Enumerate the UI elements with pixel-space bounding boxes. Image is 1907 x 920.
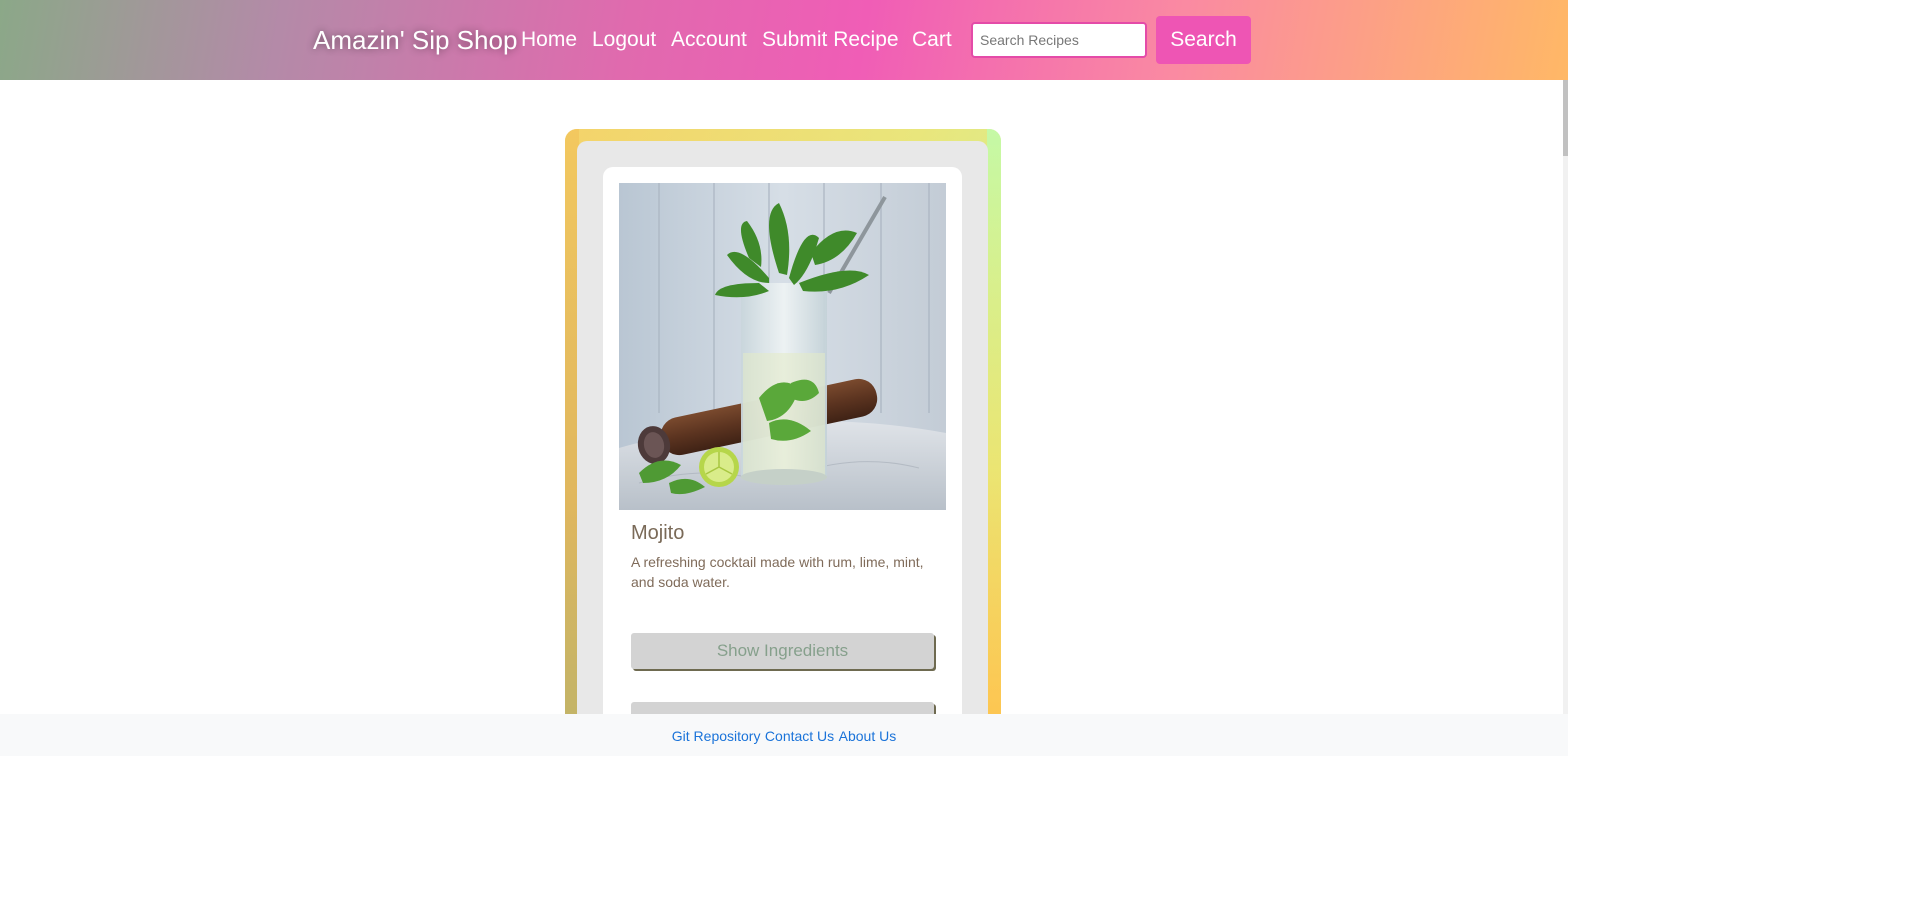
- recipe-card-panel: Mojito A refreshing cocktail made with r…: [577, 141, 988, 749]
- footer-git-repository-link[interactable]: Git Repository: [672, 728, 761, 744]
- scrollbar-track[interactable]: [1563, 80, 1568, 714]
- show-ingredients-button[interactable]: Show Ingredients: [631, 633, 934, 669]
- nav-submit-recipe-link[interactable]: Submit Recipe: [762, 28, 899, 52]
- frame-edge: [987, 129, 1001, 749]
- mojito-photo: [619, 183, 946, 510]
- nav-logout-link[interactable]: Logout: [592, 28, 656, 52]
- footer-contact-us-link[interactable]: Contact Us: [765, 728, 834, 744]
- footer-about-us-link[interactable]: About Us: [839, 728, 897, 744]
- scrollbar-thumb[interactable]: [1563, 80, 1568, 156]
- nav-cart-link[interactable]: Cart: [912, 28, 952, 52]
- nav-account-link[interactable]: Account: [671, 28, 747, 52]
- nav-home-link[interactable]: Home: [521, 28, 577, 52]
- top-navbar: Amazin' Sip Shop Home Logout Account Sub…: [0, 0, 1568, 80]
- brand-logo[interactable]: Amazin' Sip Shop: [313, 25, 517, 56]
- recipe-description: A refreshing cocktail made with rum, lim…: [631, 554, 924, 590]
- recipe-card-frame: Mojito A refreshing cocktail made with r…: [565, 129, 1001, 749]
- footer: Git Repository Contact Us About Us: [0, 714, 1568, 756]
- recipe-title: Mojito: [631, 522, 685, 544]
- search-button[interactable]: Search: [1156, 16, 1251, 64]
- search-input[interactable]: [971, 22, 1147, 58]
- recipe-card: Mojito A refreshing cocktail made with r…: [603, 167, 962, 749]
